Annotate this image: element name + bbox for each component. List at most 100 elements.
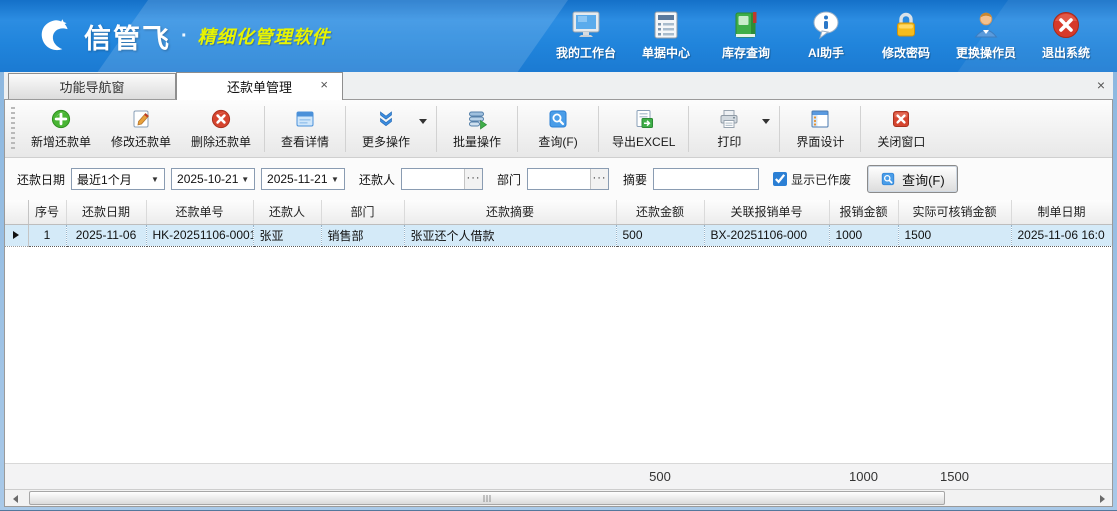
export-excel-button[interactable]: 导出EXCEL — [602, 103, 685, 155]
button-label: 查看详情 — [281, 133, 329, 150]
action-exit-system[interactable]: 退出系统 — [1029, 3, 1103, 69]
summary-total-writeoff: 1500 — [898, 464, 1011, 489]
tabstrip-close-icon[interactable]: × — [1097, 77, 1105, 93]
summary-empty-cell — [146, 464, 253, 489]
tabstrip: 功能导航窗 还款单管理 × × — [4, 72, 1113, 100]
current-row-arrow-icon — [13, 231, 19, 239]
ui-design-icon — [809, 108, 831, 130]
col-header[interactable]: 制单日期 — [1011, 200, 1112, 224]
chevron-down-icon[interactable] — [419, 119, 427, 124]
col-header[interactable]: 部门 — [321, 200, 404, 224]
row-selector-header[interactable] — [5, 200, 28, 224]
close-window-button[interactable]: 关闭窗口 — [864, 103, 938, 155]
cell-summary[interactable]: 张亚还个人借款 — [404, 224, 616, 246]
search-icon — [547, 108, 569, 130]
green-book-icon — [730, 9, 762, 41]
col-header[interactable]: 还款人 — [253, 200, 321, 224]
action-label: 库存查询 — [722, 44, 770, 61]
more-actions-button[interactable]: 更多操作 — [349, 103, 423, 155]
col-header[interactable]: 关联报销单号 — [704, 200, 829, 224]
cell-person[interactable]: 张亚 — [253, 224, 321, 246]
cell-expense-amount[interactable]: 1000 — [829, 224, 898, 246]
grid-empty-area — [5, 247, 1112, 464]
action-my-workbench[interactable]: 我的工作台 — [549, 3, 623, 69]
filter-query-button[interactable]: 查询(F) — [867, 165, 958, 193]
action-change-password[interactable]: 修改密码 — [869, 3, 943, 69]
cell-dept[interactable]: 销售部 — [321, 224, 404, 246]
button-label: 修改还款单 — [111, 133, 171, 150]
more-actions-group: 更多操作 — [349, 103, 433, 155]
col-header[interactable]: 还款摘要 — [404, 200, 616, 224]
date-to-select[interactable]: 2025-11-21 ▼ — [261, 168, 345, 190]
col-header[interactable]: 还款日期 — [66, 200, 146, 224]
date-preset-select[interactable]: 最近1个月 ▼ — [71, 168, 165, 190]
action-label: 修改密码 — [882, 44, 930, 61]
col-header[interactable]: 序号 — [28, 200, 66, 224]
print-group: 打印 — [692, 103, 776, 155]
scrollbar-thumb[interactable] — [29, 491, 945, 505]
query-button-label: 查询(F) — [902, 170, 945, 189]
col-header[interactable]: 实际可核销金额 — [898, 200, 1011, 224]
horizontal-scrollbar[interactable] — [5, 489, 1112, 506]
monitor-icon — [570, 9, 602, 41]
scroll-left-arrow-icon[interactable] — [7, 491, 23, 506]
brand-logo-icon — [34, 15, 76, 57]
cell-doc-no[interactable]: HK-20251106-0001 — [146, 224, 253, 246]
col-header[interactable]: 还款单号 — [146, 200, 253, 224]
edit-repayment-button[interactable]: 修改还款单 — [101, 103, 181, 155]
col-header[interactable]: 还款金额 — [616, 200, 704, 224]
date-from-select[interactable]: 2025-10-21 ▼ — [171, 168, 255, 190]
print-button[interactable]: 打印 — [692, 103, 766, 155]
user-icon — [970, 9, 1002, 41]
lock-icon — [890, 9, 922, 41]
chevron-down-icon: ▼ — [148, 175, 162, 184]
query-button[interactable]: 查询(F) — [521, 103, 595, 155]
action-label: 单据中心 — [642, 44, 690, 61]
action-inventory-query[interactable]: 库存查询 — [709, 3, 783, 69]
dept-input[interactable] — [528, 170, 590, 188]
table-row[interactable]: 1 2025-11-06 HK-20251106-0001 张亚 销售部 张亚还… — [5, 224, 1112, 246]
button-label: 导出EXCEL — [612, 133, 675, 150]
summary-total-amount: 500 — [616, 464, 704, 489]
person-picker-button[interactable]: ··· — [464, 169, 482, 189]
delete-repayment-button[interactable]: 删除还款单 — [181, 103, 261, 155]
cell-amount[interactable]: 500 — [616, 224, 704, 246]
view-detail-button[interactable]: 查看详情 — [268, 103, 342, 155]
delete-icon — [210, 108, 232, 130]
dept-picker-button[interactable]: ··· — [590, 169, 608, 189]
cell-writeoff-amount[interactable]: 1500 — [898, 224, 1011, 246]
scrollbar-grip-icon — [484, 495, 491, 502]
header-row: 序号 还款日期 还款单号 还款人 部门 还款摘要 还款金额 关联报销单号 报销金… — [5, 200, 1112, 224]
col-header[interactable]: 报销金额 — [829, 200, 898, 224]
action-document-center[interactable]: 单据中心 — [629, 3, 703, 69]
ui-design-button[interactable]: 界面设计 — [783, 103, 857, 155]
toolbar-separator — [598, 106, 599, 152]
tab-repayment-management[interactable]: 还款单管理 × — [176, 72, 343, 100]
cell-seq[interactable]: 1 — [28, 224, 66, 246]
tab-function-navigator[interactable]: 功能导航窗 — [8, 73, 176, 99]
batch-operations-button[interactable]: 批量操作 — [440, 103, 514, 155]
show-voided-checkbox[interactable]: 显示已作废 — [773, 171, 851, 188]
action-switch-operator[interactable]: 更换操作员 — [949, 3, 1023, 69]
cell-created-at[interactable]: 2025-11-06 16:0 — [1011, 224, 1112, 246]
cell-date[interactable]: 2025-11-06 — [66, 224, 146, 246]
show-voided-label: 显示已作废 — [791, 171, 851, 188]
show-voided-checkbox-input[interactable] — [773, 172, 787, 186]
summary-input[interactable] — [654, 169, 758, 189]
action-label: 我的工作台 — [556, 44, 616, 61]
summary-empty-cell — [404, 464, 616, 489]
chevron-down-icon[interactable] — [762, 119, 770, 124]
person-label: 还款人 — [359, 171, 395, 188]
toolbar-gripper[interactable] — [11, 107, 15, 151]
scroll-right-arrow-icon[interactable] — [1094, 491, 1110, 506]
app-window: 信管飞 · 精细化管理软件 我的工作台 — [0, 0, 1117, 511]
exit-icon — [1050, 9, 1082, 41]
person-input[interactable] — [402, 170, 464, 188]
summary-empty-cell — [253, 464, 321, 489]
filter-bar: 还款日期 最近1个月 ▼ 2025-10-21 ▼ 2025-11-21 ▼ 还… — [5, 158, 1112, 200]
add-repayment-button[interactable]: 新增还款单 — [21, 103, 101, 155]
action-ai-assistant[interactable]: AI助手 — [789, 3, 863, 69]
row-selector-cell[interactable] — [5, 224, 28, 246]
tab-close-icon[interactable]: × — [320, 78, 328, 91]
cell-related-doc-no[interactable]: BX-20251106-000 — [704, 224, 829, 246]
